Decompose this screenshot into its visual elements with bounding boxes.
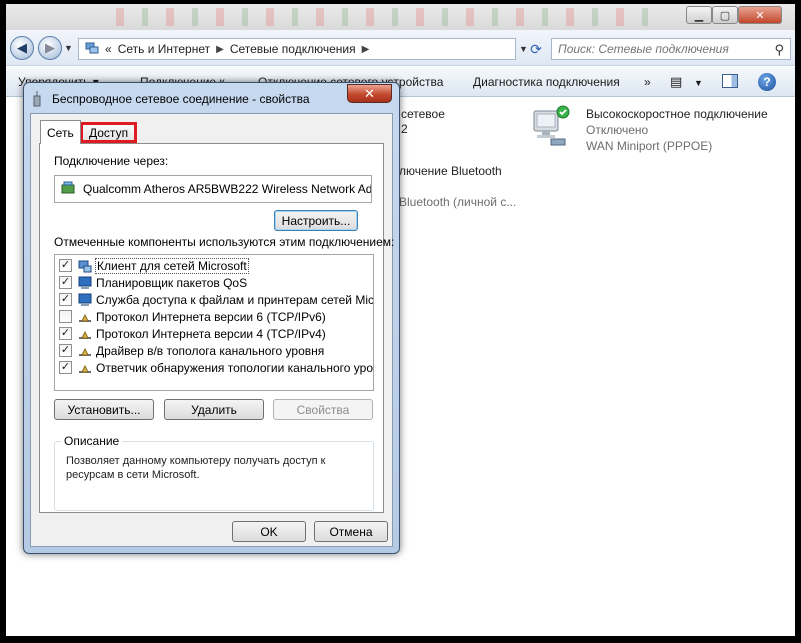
protocol-icon [78,344,92,358]
component-ipv4[interactable]: ✓ Протокол Интернета версии 4 (TCP/IPv4) [55,325,373,342]
remove-button[interactable]: Удалить [164,399,264,420]
connect-via-label: Подключение через: [54,154,169,168]
component-checkbox[interactable]: ✓ [59,344,72,357]
component-label: Протокол Интернета версии 4 (TCP/IPv4) [96,326,326,341]
maximize-button[interactable]: ▢ [712,6,738,24]
tab-network[interactable]: Сеть [40,120,81,144]
search-input[interactable] [558,42,758,56]
component-checkbox[interactable]: ✓ [59,276,72,289]
protocol-icon [78,361,92,375]
protocol-icon [78,310,92,324]
network-folder-icon [85,41,99,58]
chevron-right-icon[interactable]: ▶ [216,44,224,55]
search-icon[interactable]: ⚲ [774,42,784,58]
component-client-ms[interactable]: ✓ Клиент для сетей Microsoft [55,257,373,274]
protocol-icon [78,327,92,341]
search-box[interactable]: ⚲ [551,38,791,60]
configure-button[interactable]: Настроить... [274,210,358,231]
network-tab-panel: Подключение через: Qualcomm Atheros AR5B… [39,143,394,513]
description-legend: Описание [61,434,123,448]
dialog-body: Сеть Доступ Подключение через: Qualcomm … [30,113,394,547]
wireless-connection-partial-label: сетевое [401,107,445,121]
breadcrumb-network-connections[interactable]: Сетевые подключения [230,42,356,56]
component-label: Драйвер в/в тополога канального уровня [96,343,325,358]
view-dropdown-icon[interactable]: ▼ [694,78,703,88]
diagnose-connection-button[interactable]: Диагностика подключения [473,75,620,89]
dialog-close-button[interactable]: ✕ [347,84,392,103]
component-checkbox[interactable] [59,310,72,323]
back-button[interactable]: ◀ [10,36,34,60]
cancel-button[interactable]: Отмена [314,521,388,542]
components-list[interactable]: ✓ Клиент для сетей Microsoft ✓ Планировщ… [54,254,374,391]
component-checkbox[interactable]: ✓ [59,259,72,272]
history-dropdown-icon[interactable]: ▼ [64,43,73,53]
component-lltd-responder[interactable]: ✓ Ответчик обнаружения топологии канальн… [55,359,373,376]
highspeed-connection-icon[interactable] [531,105,571,147]
install-button[interactable]: Установить... [54,399,154,420]
dialog-title: Беспроводное сетевое соединение - свойст… [52,92,310,106]
properties-button[interactable]: Свойства [273,399,373,420]
arrow-right-icon: ▶ [45,40,55,55]
window-titlebar: ▁ ▢ ✕ [6,4,795,30]
wireless-adapter-icon [32,91,42,107]
ok-button[interactable]: OK [232,521,306,542]
network-adapter-icon [61,181,75,198]
forward-button[interactable]: ▶ [38,36,62,60]
component-label: Планировщик пакетов QoS [96,275,248,290]
help-icon[interactable]: ? [758,73,776,91]
preview-pane-icon[interactable] [722,74,738,88]
network-service-icon [78,293,92,307]
description-text: Позволяет данному компьютеру получать до… [66,455,326,481]
address-box[interactable]: « Сеть и Интернет ▶ Сетевые подключения … [78,38,516,60]
components-label: Отмеченные компоненты используются этим … [54,235,395,249]
wireless-properties-dialog: Беспроводное сетевое соединение - свойст… [23,82,400,554]
change-view-icon[interactable]: ▤ [670,74,682,90]
component-label: Служба доступа к файлам и принтерам сете… [96,292,374,307]
component-checkbox[interactable]: ✓ [59,293,72,306]
more-commands-button[interactable]: » [644,75,651,89]
bluetooth-connection-partial-status: Bluetooth (личной с... [399,195,517,209]
component-checkbox[interactable]: ✓ [59,361,72,374]
minimize-button[interactable]: ▁ [686,6,712,24]
adapter-field: Qualcomm Atheros AR5BWB222 Wireless Netw… [54,175,372,203]
refresh-button[interactable]: ⟳ [526,38,546,60]
network-service-icon [78,276,92,290]
refresh-icon: ⟳ [530,40,542,57]
component-qos[interactable]: ✓ Планировщик пакетов QoS [55,274,373,291]
highspeed-connection-title[interactable]: Высокоскоростное подключение [586,107,768,121]
bluetooth-connection-partial-label: лючение Bluetooth [399,164,502,178]
titlebar-background-glass [98,8,658,26]
window-close-button[interactable]: ✕ [738,6,782,24]
component-ipv6[interactable]: Протокол Интернета версии 6 (TCP/IPv6) [55,308,373,325]
component-label: Клиент для сетей Microsoft [95,257,249,274]
component-file-sharing[interactable]: ✓ Служба доступа к файлам и принтерам се… [55,291,373,308]
adapter-name: Qualcomm Atheros AR5BWB222 Wireless Netw… [83,182,372,196]
breadcrumb-network-internet[interactable]: Сеть и Интернет [118,42,210,56]
component-lltd-driver[interactable]: ✓ Драйвер в/в тополога канального уровня [55,342,373,359]
description-group: Описание Позволяет данному компьютеру по… [54,434,374,511]
highspeed-connection-device: WAN Miniport (PPPOE) [586,139,713,153]
highspeed-connection-status: Отключено [586,123,649,137]
component-checkbox[interactable]: ✓ [59,327,72,340]
breadcrumb-overflow[interactable]: « [105,42,112,56]
tab-access[interactable]: Доступ [80,122,138,143]
arrow-left-icon: ◀ [17,40,27,55]
wireless-connection-partial-sub: 2 [401,122,408,136]
component-label: Протокол Интернета версии 6 (TCP/IPv6) [96,309,326,324]
component-label: Ответчик обнаружения топологии канальног… [96,360,374,375]
address-bar-area: ◀ ▶ ▼ « Сеть и Интернет ▶ Сетевые подклю… [6,30,795,66]
network-client-icon [78,259,92,273]
chevron-right-icon[interactable]: ▶ [362,44,370,55]
